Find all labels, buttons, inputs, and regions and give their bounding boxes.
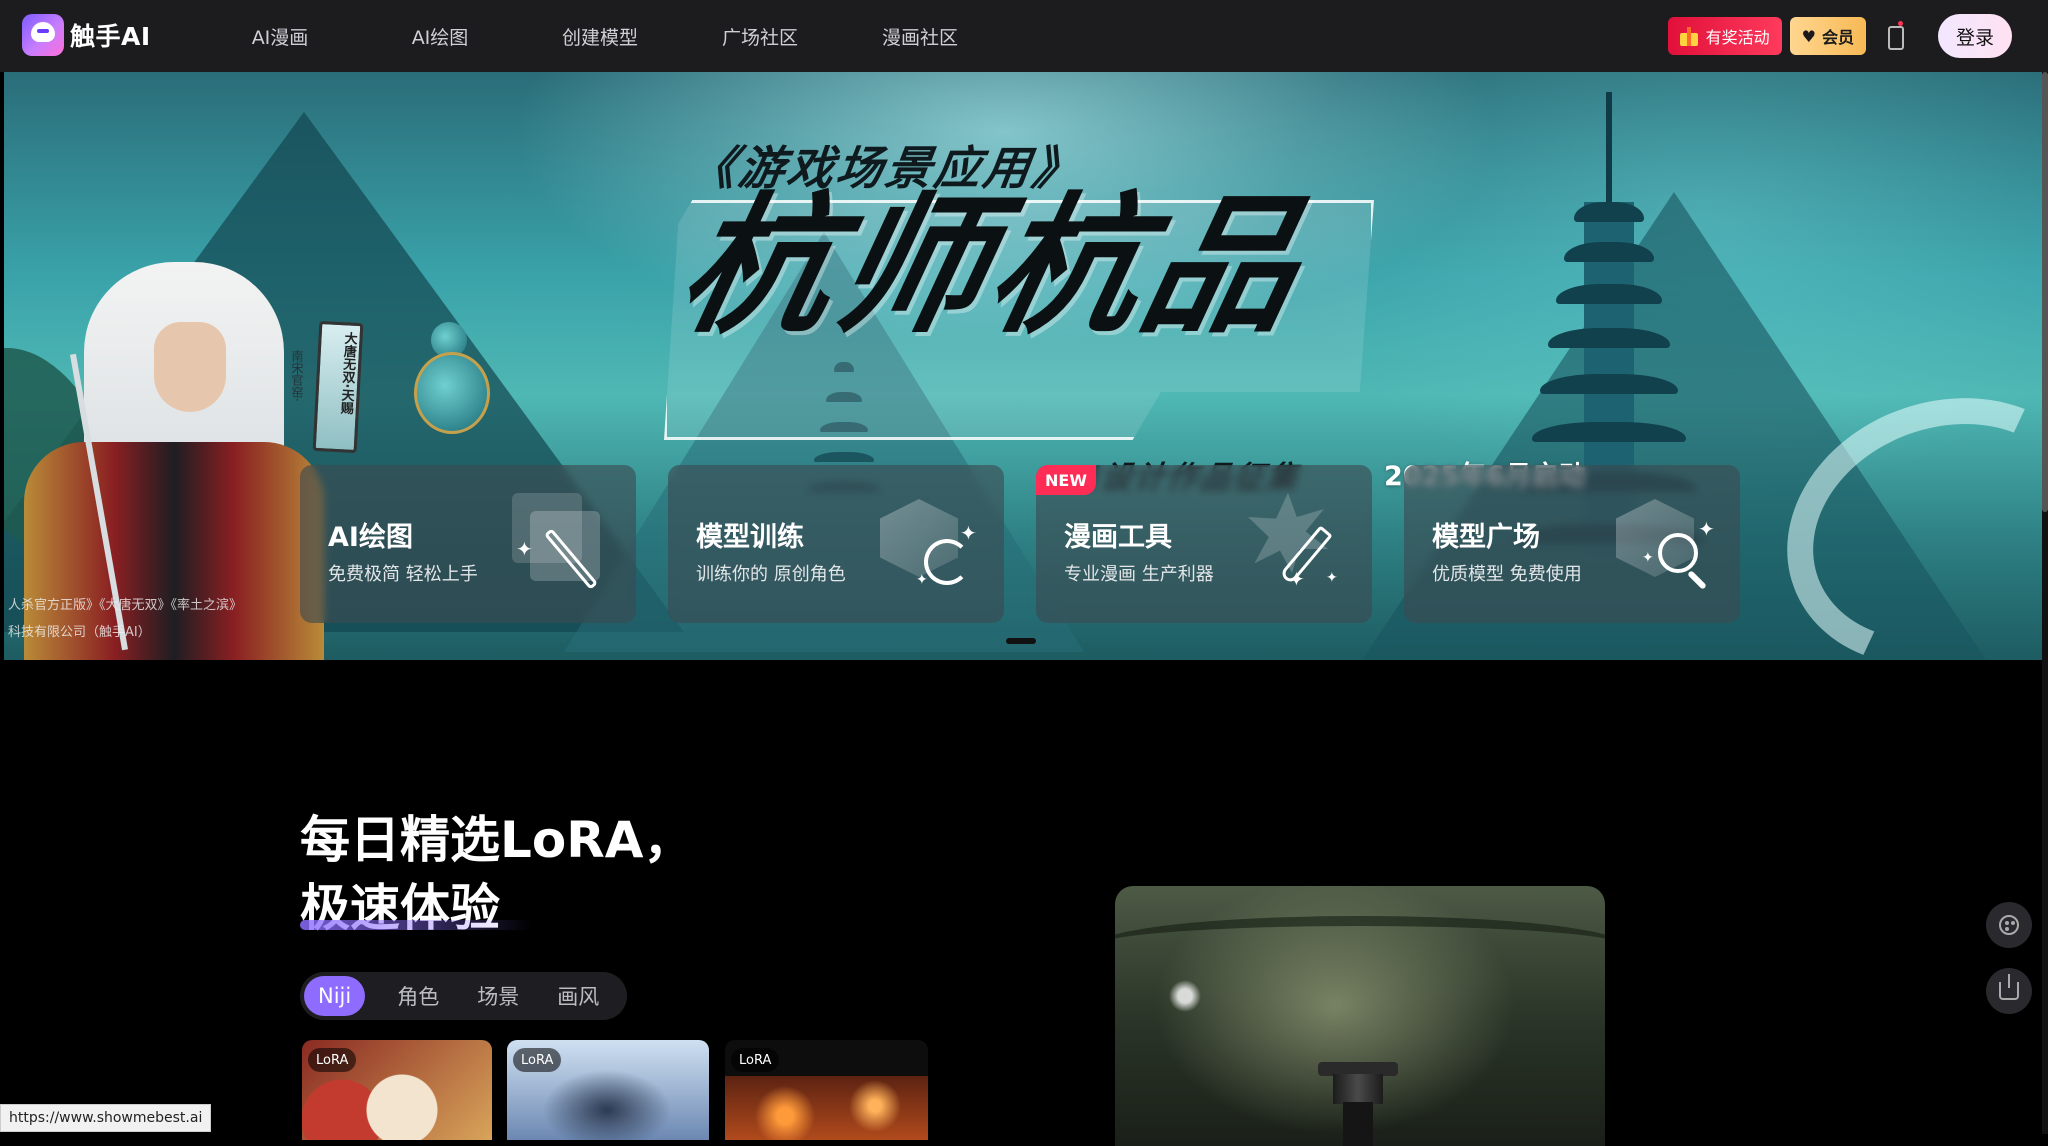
tab-niji[interactable]: Niji xyxy=(304,976,366,1016)
brand-name: 触手AI xyxy=(70,22,151,51)
phone-icon[interactable] xyxy=(1874,16,1914,56)
tab-scene[interactable]: 场景 xyxy=(463,976,533,1016)
promo-events-button[interactable]: 有奖活动 xyxy=(1667,17,1782,55)
nav-actions: 有奖活动 ♥ 会员 登录 xyxy=(1667,14,2012,58)
feature-desc: 优质模型 免费使用 xyxy=(1432,564,1582,585)
feature-card-comic-tools[interactable]: NEW 漫画工具 专业漫画 生产利器 ✦ ✦ xyxy=(1036,465,1372,623)
tab-character[interactable]: 角色 xyxy=(383,976,453,1016)
banner-gourd xyxy=(414,322,490,434)
lora-filter-tabs: Niji 角色 场景 画风 xyxy=(300,972,628,1020)
new-badge: NEW xyxy=(1036,465,1096,495)
tab-art-style[interactable]: 画风 xyxy=(543,976,613,1016)
share-icon xyxy=(1999,974,2019,1000)
lora-badge: LoRA xyxy=(731,1048,780,1072)
promo-label: 有奖活动 xyxy=(1705,28,1770,47)
nav-comic-community[interactable]: 漫画社区 xyxy=(840,23,1000,50)
vip-button[interactable]: ♥ 会员 xyxy=(1789,17,1866,55)
lora-preview-image[interactable] xyxy=(1115,886,1605,1146)
diamond-icon: ♥ xyxy=(1801,26,1816,46)
feature-title: 模型训练 xyxy=(696,522,804,553)
nav-square-community[interactable]: 广场社区 xyxy=(680,23,840,50)
scrollbar-thumb[interactable] xyxy=(2042,72,2048,512)
palette-icon xyxy=(1999,915,2019,935)
brand-logo[interactable]: 触手AI xyxy=(22,14,151,56)
feature-desc: 专业漫画 生产利器 xyxy=(1064,564,1214,585)
model-search-icon: ✦ ✦ xyxy=(1616,493,1716,593)
feature-title: 模型广场 xyxy=(1432,522,1540,553)
carousel-indicator[interactable] xyxy=(1006,638,1036,644)
share-button[interactable] xyxy=(1986,968,2032,1014)
title-underline xyxy=(300,920,532,930)
nav-ai-comic[interactable]: AI漫画 xyxy=(200,23,360,50)
hero-banner[interactable]: 大唐无双·天赐 南宋官窑· 《游戏场景应用》 杭师杭品 AI设计作品征集 202… xyxy=(4,72,2042,660)
feature-title: 漫画工具 xyxy=(1064,522,1172,553)
gift-icon xyxy=(1678,25,1700,47)
lora-card[interactable]: LoRA xyxy=(507,1040,709,1140)
main-nav: AI漫画 AI绘图 创建模型 广场社区 漫画社区 xyxy=(200,0,1000,72)
banner-tablet: 大唐无双·天赐 xyxy=(312,320,364,454)
banner-credit: 人杀官方正版》《大唐无双》《率土之滨》 科技有限公司（触手AI） xyxy=(8,598,243,640)
nav-create-model[interactable]: 创建模型 xyxy=(520,23,680,50)
top-navbar: 触手AI AI漫画 AI绘图 创建模型 广场社区 漫画社区 有奖活动 ♥ 会员 … xyxy=(0,0,2048,72)
status-bar-url: https://www.showmebest.ai xyxy=(0,1104,212,1132)
feature-card-ai-drawing[interactable]: AI绘图 免费极简 轻松上手 ✦ xyxy=(300,465,636,623)
feature-card-model-square[interactable]: 模型广场 优质模型 免费使用 ✦ ✦ xyxy=(1404,465,1740,623)
feature-desc: 免费极简 轻松上手 xyxy=(328,564,478,585)
feature-card-model-training[interactable]: 模型训练 训练你的 原创角色 ✦ ✦ xyxy=(668,465,1004,623)
vip-label: 会员 xyxy=(1821,28,1854,47)
cube-train-icon: ✦ ✦ xyxy=(880,493,980,593)
pen-tool-icon: ✦ ✦ xyxy=(1248,493,1348,593)
banner-title: 杭师杭品 xyxy=(665,180,1319,354)
lora-card[interactable]: LoRA xyxy=(725,1040,928,1140)
lora-badge: LoRA xyxy=(513,1048,562,1072)
banner-vertical-text: 南宋官窑· xyxy=(290,350,304,402)
chushou-logo-icon xyxy=(22,14,64,56)
login-button[interactable]: 登录 xyxy=(1938,14,2012,58)
feature-title: AI绘图 xyxy=(328,522,413,553)
lora-card[interactable]: LoRA xyxy=(302,1040,492,1140)
theme-button[interactable] xyxy=(1986,902,2032,948)
feature-desc: 训练你的 原创角色 xyxy=(696,564,846,585)
magic-wand-icon: ✦ xyxy=(512,493,612,593)
lora-badge: LoRA xyxy=(308,1048,357,1072)
preview-bottle xyxy=(1303,1062,1413,1146)
nav-ai-drawing[interactable]: AI绘图 xyxy=(360,23,520,50)
